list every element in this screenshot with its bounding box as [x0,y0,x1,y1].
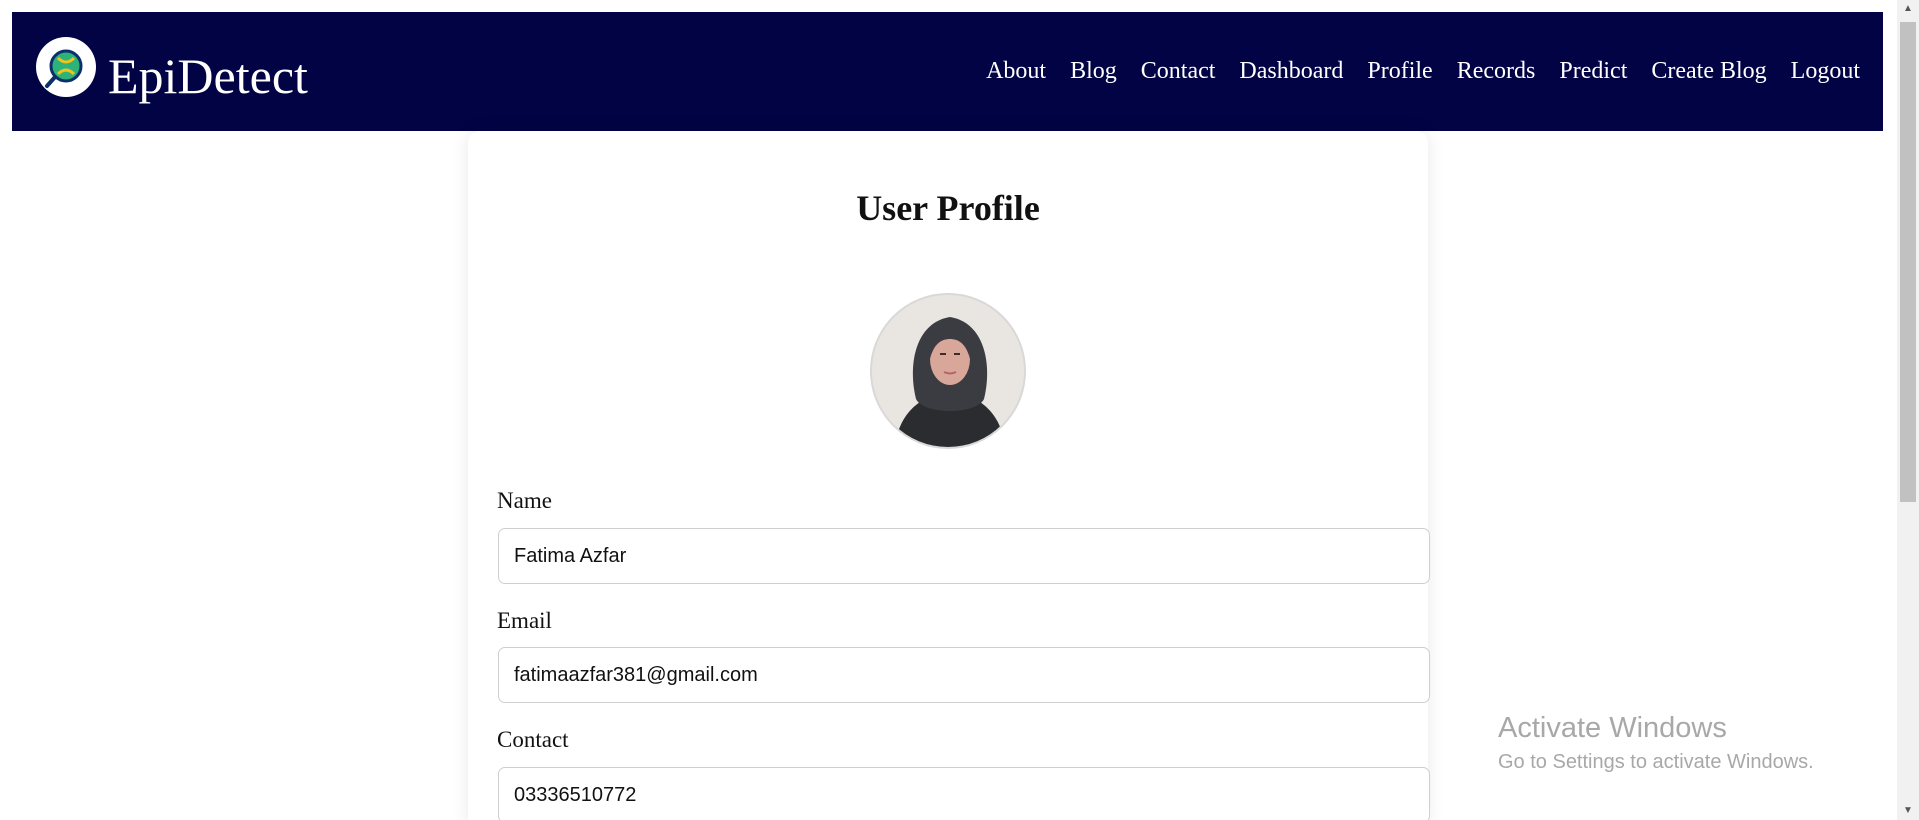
brand-name: EpiDetect [108,47,308,104]
watermark-subtitle: Go to Settings to activate Windows. [1498,751,1814,773]
watermark-title: Activate Windows [1498,712,1727,744]
scrollbar-thumb[interactable] [1900,22,1916,502]
nav-dashboard[interactable]: Dashboard [1239,58,1343,85]
contact-label: Contact [497,727,569,752]
nav-create-blog[interactable]: Create Blog [1651,58,1766,85]
brand[interactable]: EpiDetect [36,36,308,105]
page-title: User Profile [856,188,1040,228]
nav-predict[interactable]: Predict [1559,58,1627,85]
email-field[interactable] [498,647,1430,703]
name-label: Name [497,488,552,513]
scroll-down-icon[interactable]: ▼ [1897,802,1919,820]
vertical-scrollbar[interactable]: ▲ ▼ [1897,0,1919,820]
main-nav: About Blog Contact Dashboard Profile Rec… [986,58,1860,85]
logo-icon [36,36,96,97]
nav-profile[interactable]: Profile [1367,58,1432,85]
scroll-up-icon[interactable]: ▲ [1897,0,1919,18]
activate-windows-watermark: Activate Windows Go to Settings to activ… [1498,712,1814,774]
contact-field[interactable] [498,767,1430,820]
name-field[interactable] [498,528,1430,584]
top-navbar: EpiDetect About Blog Contact Dashboard P… [12,12,1883,131]
profile-card: User Profile Name Email Contact [468,131,1430,820]
nav-blog[interactable]: Blog [1070,58,1117,85]
nav-contact[interactable]: Contact [1141,58,1216,85]
email-label: Email [497,608,552,633]
nav-about[interactable]: About [986,58,1046,85]
nav-records[interactable]: Records [1457,58,1536,85]
avatar [870,293,1026,449]
nav-logout[interactable]: Logout [1791,58,1860,85]
